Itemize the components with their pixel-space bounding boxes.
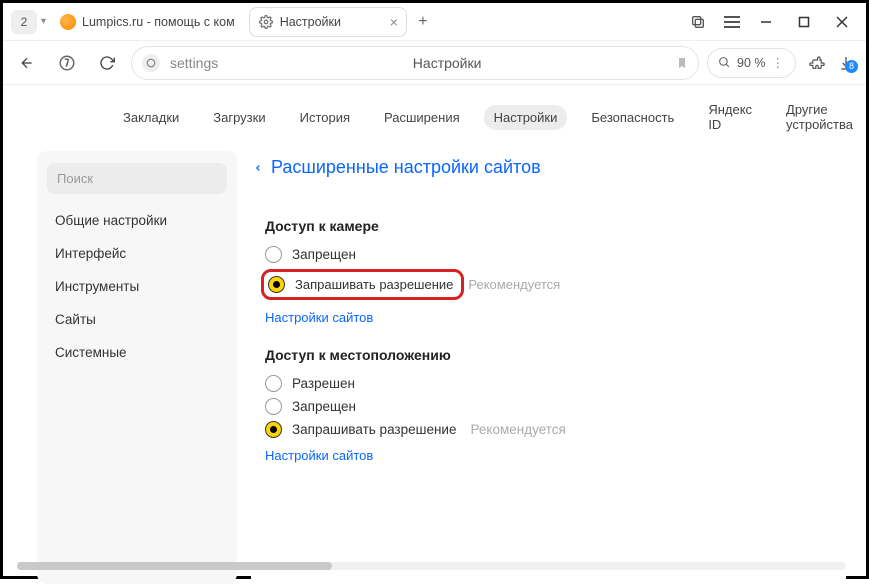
back-button[interactable] — [11, 47, 43, 79]
horizontal-scrollbar[interactable] — [17, 562, 846, 570]
radio-label: Запрещен — [292, 399, 356, 414]
tab-lumpics[interactable]: Lumpics.ru - помощь с ком — [52, 7, 243, 37]
radio-label: Разрешен — [292, 376, 355, 391]
downloads-count-badge: 8 — [845, 60, 858, 73]
menu-icon[interactable] — [724, 15, 740, 29]
yandex-home-button[interactable] — [51, 47, 83, 79]
page-title: Настройки — [228, 55, 666, 71]
section-title-camera: Доступ к камере — [265, 218, 846, 234]
tab-group-count[interactable]: 2 — [11, 10, 37, 34]
nav-security[interactable]: Безопасность — [581, 105, 684, 130]
address-bar: settings Настройки 90 % ⋮ 8 — [3, 41, 866, 85]
nav-settings[interactable]: Настройки — [484, 105, 568, 130]
highlight-annotation: Запрашивать разрешение — [261, 269, 464, 300]
extensions-icon[interactable] — [808, 54, 826, 72]
sidebar-item-system[interactable]: Системные — [37, 336, 237, 369]
close-icon[interactable]: × — [390, 14, 398, 30]
sidebar-item-tools[interactable]: Инструменты — [37, 270, 237, 303]
bookmark-icon[interactable] — [676, 56, 688, 70]
radio-icon — [265, 375, 282, 392]
radio-camera-deny[interactable]: Запрещен — [265, 246, 846, 263]
magnifier-icon — [718, 56, 731, 69]
sidebar-item-interface[interactable]: Интерфейс — [37, 237, 237, 270]
minimize-button[interactable] — [758, 14, 774, 30]
sites-settings-link[interactable]: Настройки сайтов — [265, 310, 846, 325]
copy-icon[interactable] — [690, 14, 706, 30]
settings-panel: Расширенные настройки сайтов Доступ к ка… — [251, 151, 846, 584]
tab-settings[interactable]: Настройки × — [249, 7, 407, 37]
radio-label: Запрашивать разрешение — [292, 422, 456, 437]
zoom-value: 90 % — [737, 56, 766, 70]
settings-top-nav: Закладки Загрузки История Расширения Нас… — [3, 85, 866, 151]
radio-icon — [268, 276, 285, 293]
kebab-icon[interactable]: ⋮ — [772, 55, 786, 70]
sidebar-item-sites[interactable]: Сайты — [37, 303, 237, 336]
panel-title: Расширенные настройки сайтов — [271, 157, 541, 178]
radio-location-allow[interactable]: Разрешен — [265, 375, 846, 392]
maximize-button[interactable] — [796, 14, 812, 30]
nav-downloads[interactable]: Загрузки — [203, 105, 275, 130]
site-favicon-icon — [60, 14, 76, 30]
radio-location-ask[interactable]: Запрашивать разрешение Рекомендуется — [265, 421, 846, 438]
radio-label: Запрашивать разрешение — [295, 277, 453, 292]
sites-settings-link[interactable]: Настройки сайтов — [265, 448, 846, 463]
sidebar-item-general[interactable]: Общие настройки — [37, 204, 237, 237]
zoom-control[interactable]: 90 % ⋮ — [707, 48, 796, 78]
downloads-button[interactable]: 8 — [838, 55, 854, 71]
new-tab-button[interactable]: + — [411, 10, 435, 34]
section-title-location: Доступ к местоположению — [265, 347, 846, 363]
content: Поиск Общие настройки Интерфейс Инструме… — [3, 151, 866, 584]
chevron-left-icon — [253, 160, 263, 176]
tab-label: Lumpics.ru - помощь с ком — [82, 15, 235, 29]
recommended-label: Рекомендуется — [470, 422, 565, 437]
close-window-button[interactable] — [834, 14, 850, 30]
nav-history[interactable]: История — [290, 105, 360, 130]
panel-back-link[interactable]: Расширенные настройки сайтов — [251, 151, 846, 196]
tab-label: Настройки — [280, 15, 380, 29]
settings-search[interactable]: Поиск — [47, 163, 227, 194]
nav-yandex-id[interactable]: Яндекс ID — [698, 97, 762, 137]
radio-icon — [265, 421, 282, 438]
radio-icon — [265, 246, 282, 263]
url-text: settings — [170, 55, 218, 71]
site-info-icon[interactable] — [142, 54, 160, 72]
nav-bookmarks[interactable]: Закладки — [113, 105, 189, 130]
titlebar: 2 ▾ Lumpics.ru - помощь с ком Настройки … — [3, 3, 866, 41]
reload-button[interactable] — [91, 47, 123, 79]
chevron-down-icon[interactable]: ▾ — [41, 16, 46, 27]
radio-label: Запрещен — [292, 247, 356, 262]
sidebar: Поиск Общие настройки Интерфейс Инструме… — [37, 151, 237, 584]
scrollbar-thumb[interactable] — [17, 562, 332, 570]
address-field[interactable]: settings Настройки — [131, 46, 699, 80]
nav-other-devices[interactable]: Другие устройства — [776, 97, 866, 137]
window-controls — [758, 14, 862, 30]
gear-icon — [258, 14, 274, 30]
nav-extensions[interactable]: Расширения — [374, 105, 470, 130]
radio-icon — [265, 398, 282, 415]
radio-location-deny[interactable]: Запрещен — [265, 398, 846, 415]
recommended-label: Рекомендуется — [468, 277, 560, 292]
